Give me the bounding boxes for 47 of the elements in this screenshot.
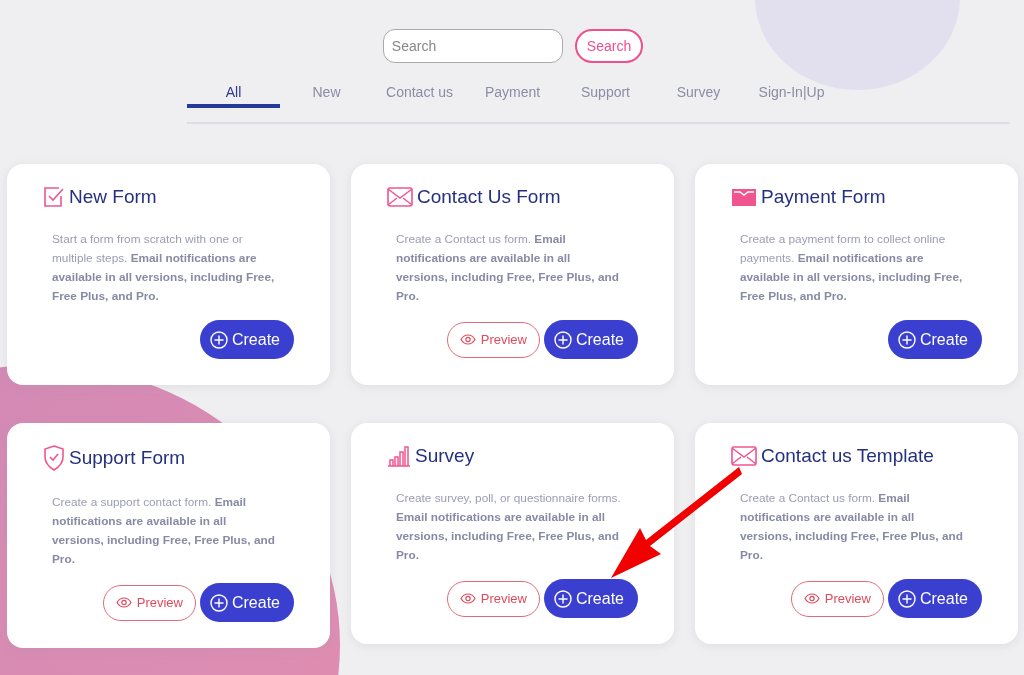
category-tab[interactable]: All — [187, 84, 280, 108]
card-description: Create a Contact us form. Email notifications are available in all versions, including Free, Free Plus, and Pro. — [396, 231, 620, 305]
card-title: Contact us Template — [761, 445, 934, 467]
plus-circle-icon — [209, 593, 228, 612]
preview-button[interactable]: Preview — [446, 580, 540, 617]
plus-circle-icon — [553, 330, 572, 349]
category-tab[interactable]: Contact us — [373, 84, 466, 108]
card-title: Contact Us Form — [417, 186, 561, 208]
card-description: Create a support contact form. Email notifications are available in all versions, including Free, Free Plus, and Pro. — [52, 494, 276, 568]
card-title: New Form — [69, 186, 157, 208]
eye-icon — [459, 334, 476, 345]
checkbox-icon — [43, 186, 65, 208]
create-button[interactable]: Create — [199, 583, 294, 622]
card-description: Create a payment form to collect online payments. Email notifications are available in all versions, including Free, Free Plus, and Pro. — [740, 231, 964, 305]
card-title: Support Form — [69, 447, 186, 469]
category-tab[interactable]: Payment — [466, 84, 559, 108]
create-button[interactable]: Create — [543, 579, 638, 618]
plus-circle-icon — [897, 330, 916, 349]
envelope-icon — [387, 187, 413, 207]
create-button[interactable]: Create — [887, 320, 982, 359]
card-description: Start a form from scratch with one or multiple steps. Email notifications are available in all versions, including Free, Free Plus, and Pro. — [52, 231, 276, 305]
create-button[interactable]: Create — [887, 579, 982, 618]
create-button[interactable]: Create — [199, 320, 294, 359]
envelope-icon — [731, 446, 757, 466]
card-title: Payment Form — [761, 186, 886, 208]
bar-chart-icon — [387, 445, 411, 467]
shield-icon — [43, 445, 65, 471]
preview-button[interactable]: Preview — [102, 584, 196, 621]
plus-circle-icon — [209, 330, 228, 349]
search-button[interactable]: Search — [574, 29, 644, 63]
eye-icon — [459, 593, 476, 604]
card-description: Create a Contact us form. Email notifications are available in all versions, including Free, Free Plus, and Pro. — [740, 490, 964, 564]
search-field[interactable]: Search — [382, 29, 563, 63]
preview-button[interactable]: Preview — [446, 321, 540, 358]
create-button[interactable]: Create — [543, 320, 638, 359]
category-tab[interactable]: New — [280, 84, 373, 108]
card-description: Create survey, poll, or questionnaire forms. Email notifications are available in all versions, including Free, Free Plus, and Pro. — [396, 490, 622, 564]
eye-icon — [115, 597, 132, 608]
wallet-icon — [731, 187, 757, 207]
preview-button[interactable]: Preview — [790, 580, 884, 617]
eye-icon — [803, 593, 820, 604]
category-tab[interactable]: Survey — [652, 84, 745, 108]
card-title: Survey — [415, 445, 475, 467]
category-tab[interactable]: Support — [559, 84, 652, 108]
category-tab[interactable]: Sign-In|Up — [745, 84, 838, 108]
plus-circle-icon — [897, 589, 916, 608]
plus-circle-icon — [553, 589, 572, 608]
